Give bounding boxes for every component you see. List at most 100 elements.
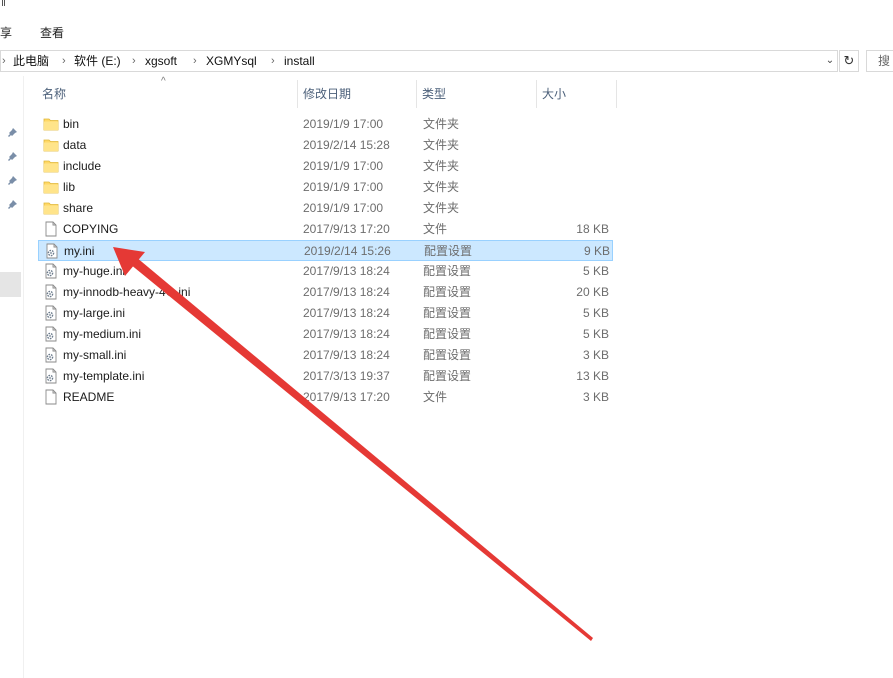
file-name: lib bbox=[63, 180, 76, 194]
file-size bbox=[518, 177, 609, 198]
refresh-icon[interactable]: ↻ bbox=[839, 50, 859, 72]
address-dropdown-icon[interactable]: ⌄ bbox=[823, 52, 837, 70]
file-name: my-large.ini bbox=[63, 306, 126, 320]
folder-icon bbox=[43, 200, 59, 216]
file-row[interactable]: README 2017/9/13 17:20 文件 3 KB bbox=[38, 387, 613, 408]
settings-file-icon bbox=[43, 305, 59, 321]
chevron-right-icon[interactable]: › bbox=[271, 51, 275, 71]
file-size: 20 KB bbox=[576, 285, 609, 299]
settings-file-icon bbox=[44, 243, 60, 259]
file-row[interactable]: lib 2019/1/9 17:00 文件夹 bbox=[38, 177, 613, 198]
column-divider[interactable] bbox=[297, 80, 298, 108]
file-row[interactable]: my-large.ini 2017/9/13 18:24 配置设置 5 KB bbox=[38, 303, 613, 324]
file-row[interactable]: my-medium.ini 2017/9/13 18:24 配置设置 5 KB bbox=[38, 324, 613, 345]
breadcrumb-this-pc[interactable]: 此电脑 bbox=[13, 51, 49, 71]
file-size: 5 KB bbox=[582, 306, 609, 320]
column-header-date[interactable]: 修改日期 bbox=[303, 80, 351, 108]
pin-icon[interactable] bbox=[6, 175, 18, 187]
tab-share[interactable]: 享 bbox=[0, 24, 12, 41]
folder-icon bbox=[43, 137, 59, 153]
file-row[interactable]: bin 2019/1/9 17:00 文件夹 bbox=[38, 114, 613, 135]
file-size: 5 KB bbox=[582, 327, 609, 341]
search-input[interactable]: 搜 bbox=[866, 50, 893, 72]
navigation-pane bbox=[0, 76, 24, 678]
breadcrumb-install[interactable]: install bbox=[284, 51, 315, 71]
column-divider[interactable] bbox=[536, 80, 537, 108]
file-row[interactable]: my-huge.ini 2017/9/13 18:24 配置设置 5 KB bbox=[38, 261, 613, 282]
file-name: README bbox=[63, 390, 115, 404]
file-row[interactable]: include 2019/1/9 17:00 文件夹 bbox=[38, 156, 613, 177]
file-name: share bbox=[63, 201, 94, 215]
column-divider[interactable] bbox=[416, 80, 417, 108]
file-row[interactable]: my-template.ini 2017/3/13 19:37 配置设置 13 KB bbox=[38, 366, 613, 387]
column-divider[interactable] bbox=[616, 80, 617, 108]
file-name: my.ini bbox=[64, 244, 95, 258]
settings-file-icon bbox=[43, 263, 59, 279]
file-row[interactable]: my.ini 2019/2/14 15:26 配置设置 9 KB bbox=[38, 240, 613, 261]
file-type: 文件夹 bbox=[423, 159, 460, 173]
sort-ascending-icon: ^ bbox=[161, 76, 166, 87]
file-size: 13 KB bbox=[576, 369, 609, 383]
file-type: 配置设置 bbox=[424, 244, 473, 258]
pin-icon[interactable] bbox=[6, 151, 18, 163]
file-type: 配置设置 bbox=[423, 264, 472, 278]
breadcrumb-xgmysql[interactable]: XGMYsql bbox=[206, 51, 257, 71]
file-type: 配置设置 bbox=[423, 306, 472, 320]
file-date: 2019/1/9 17:00 bbox=[303, 159, 384, 173]
ribbon: 享 查看 bbox=[0, 0, 893, 46]
file-date: 2017/9/13 17:20 bbox=[303, 222, 390, 236]
settings-file-icon bbox=[43, 368, 59, 384]
chevron-right-icon[interactable]: › bbox=[193, 51, 197, 71]
column-header-type[interactable]: 类型 bbox=[422, 80, 446, 108]
file-type: 配置设置 bbox=[423, 327, 472, 341]
column-header-name[interactable]: 名称 bbox=[42, 80, 66, 108]
file-type: 配置设置 bbox=[423, 285, 472, 299]
chevron-right-icon: › bbox=[2, 55, 6, 67]
file-type: 文件 bbox=[423, 222, 448, 236]
tab-view[interactable]: 查看 bbox=[40, 24, 64, 41]
file-date: 2017/9/13 18:24 bbox=[303, 327, 390, 341]
file-type: 配置设置 bbox=[423, 348, 472, 362]
file-size: 3 KB bbox=[582, 390, 609, 404]
address-bar[interactable]: › 此电脑 › 软件 (E:) › xgsoft › XGMYsql › ins… bbox=[0, 50, 838, 72]
chevron-right-icon[interactable]: › bbox=[132, 51, 136, 71]
file-icon bbox=[43, 221, 59, 237]
file-name: my-medium.ini bbox=[63, 327, 142, 341]
file-date: 2017/9/13 18:24 bbox=[303, 285, 390, 299]
file-type: 文件夹 bbox=[423, 180, 460, 194]
chevron-right-icon[interactable]: › bbox=[62, 51, 66, 71]
breadcrumb-drive-e[interactable]: 软件 (E:) bbox=[74, 51, 121, 71]
file-date: 2017/9/13 18:24 bbox=[303, 348, 390, 362]
ribbon-edge-icon bbox=[2, 0, 5, 6]
file-size: 5 KB bbox=[582, 264, 609, 278]
file-date: 2019/2/14 15:26 bbox=[304, 244, 391, 258]
settings-file-icon bbox=[43, 347, 59, 363]
column-header-size[interactable]: 大小 bbox=[542, 80, 566, 108]
file-date: 2019/1/9 17:00 bbox=[303, 180, 384, 194]
file-row[interactable]: share 2019/1/9 17:00 文件夹 bbox=[38, 198, 613, 219]
file-name: my-template.ini bbox=[63, 369, 145, 383]
breadcrumb-xgsoft[interactable]: xgsoft bbox=[145, 51, 177, 71]
file-size bbox=[518, 135, 609, 156]
file-row[interactable]: COPYING 2017/9/13 17:20 文件 18 KB bbox=[38, 219, 613, 240]
folder-icon bbox=[43, 158, 59, 174]
pin-icon[interactable] bbox=[6, 127, 18, 139]
file-name: COPYING bbox=[63, 222, 119, 236]
file-icon bbox=[43, 389, 59, 405]
file-name: my-small.ini bbox=[63, 348, 127, 362]
file-size bbox=[518, 156, 609, 177]
folder-icon bbox=[43, 179, 59, 195]
file-row[interactable]: my-innodb-heavy-4G.ini 2017/9/13 18:24 配置设… bbox=[38, 282, 613, 303]
file-size bbox=[518, 114, 609, 135]
file-size: 3 KB bbox=[582, 348, 609, 362]
pin-icon[interactable] bbox=[6, 199, 18, 211]
nav-selected-item[interactable] bbox=[0, 272, 21, 297]
file-type: 配置设置 bbox=[423, 369, 472, 383]
file-name: include bbox=[63, 159, 102, 173]
file-date: 2019/1/9 17:00 bbox=[303, 201, 384, 215]
file-name: data bbox=[63, 138, 87, 152]
file-date: 2017/9/13 18:24 bbox=[303, 306, 390, 320]
file-row[interactable]: data 2019/2/14 15:28 文件夹 bbox=[38, 135, 613, 156]
file-date: 2017/9/13 17:20 bbox=[303, 390, 390, 404]
file-row[interactable]: my-small.ini 2017/9/13 18:24 配置设置 3 KB bbox=[38, 345, 613, 366]
